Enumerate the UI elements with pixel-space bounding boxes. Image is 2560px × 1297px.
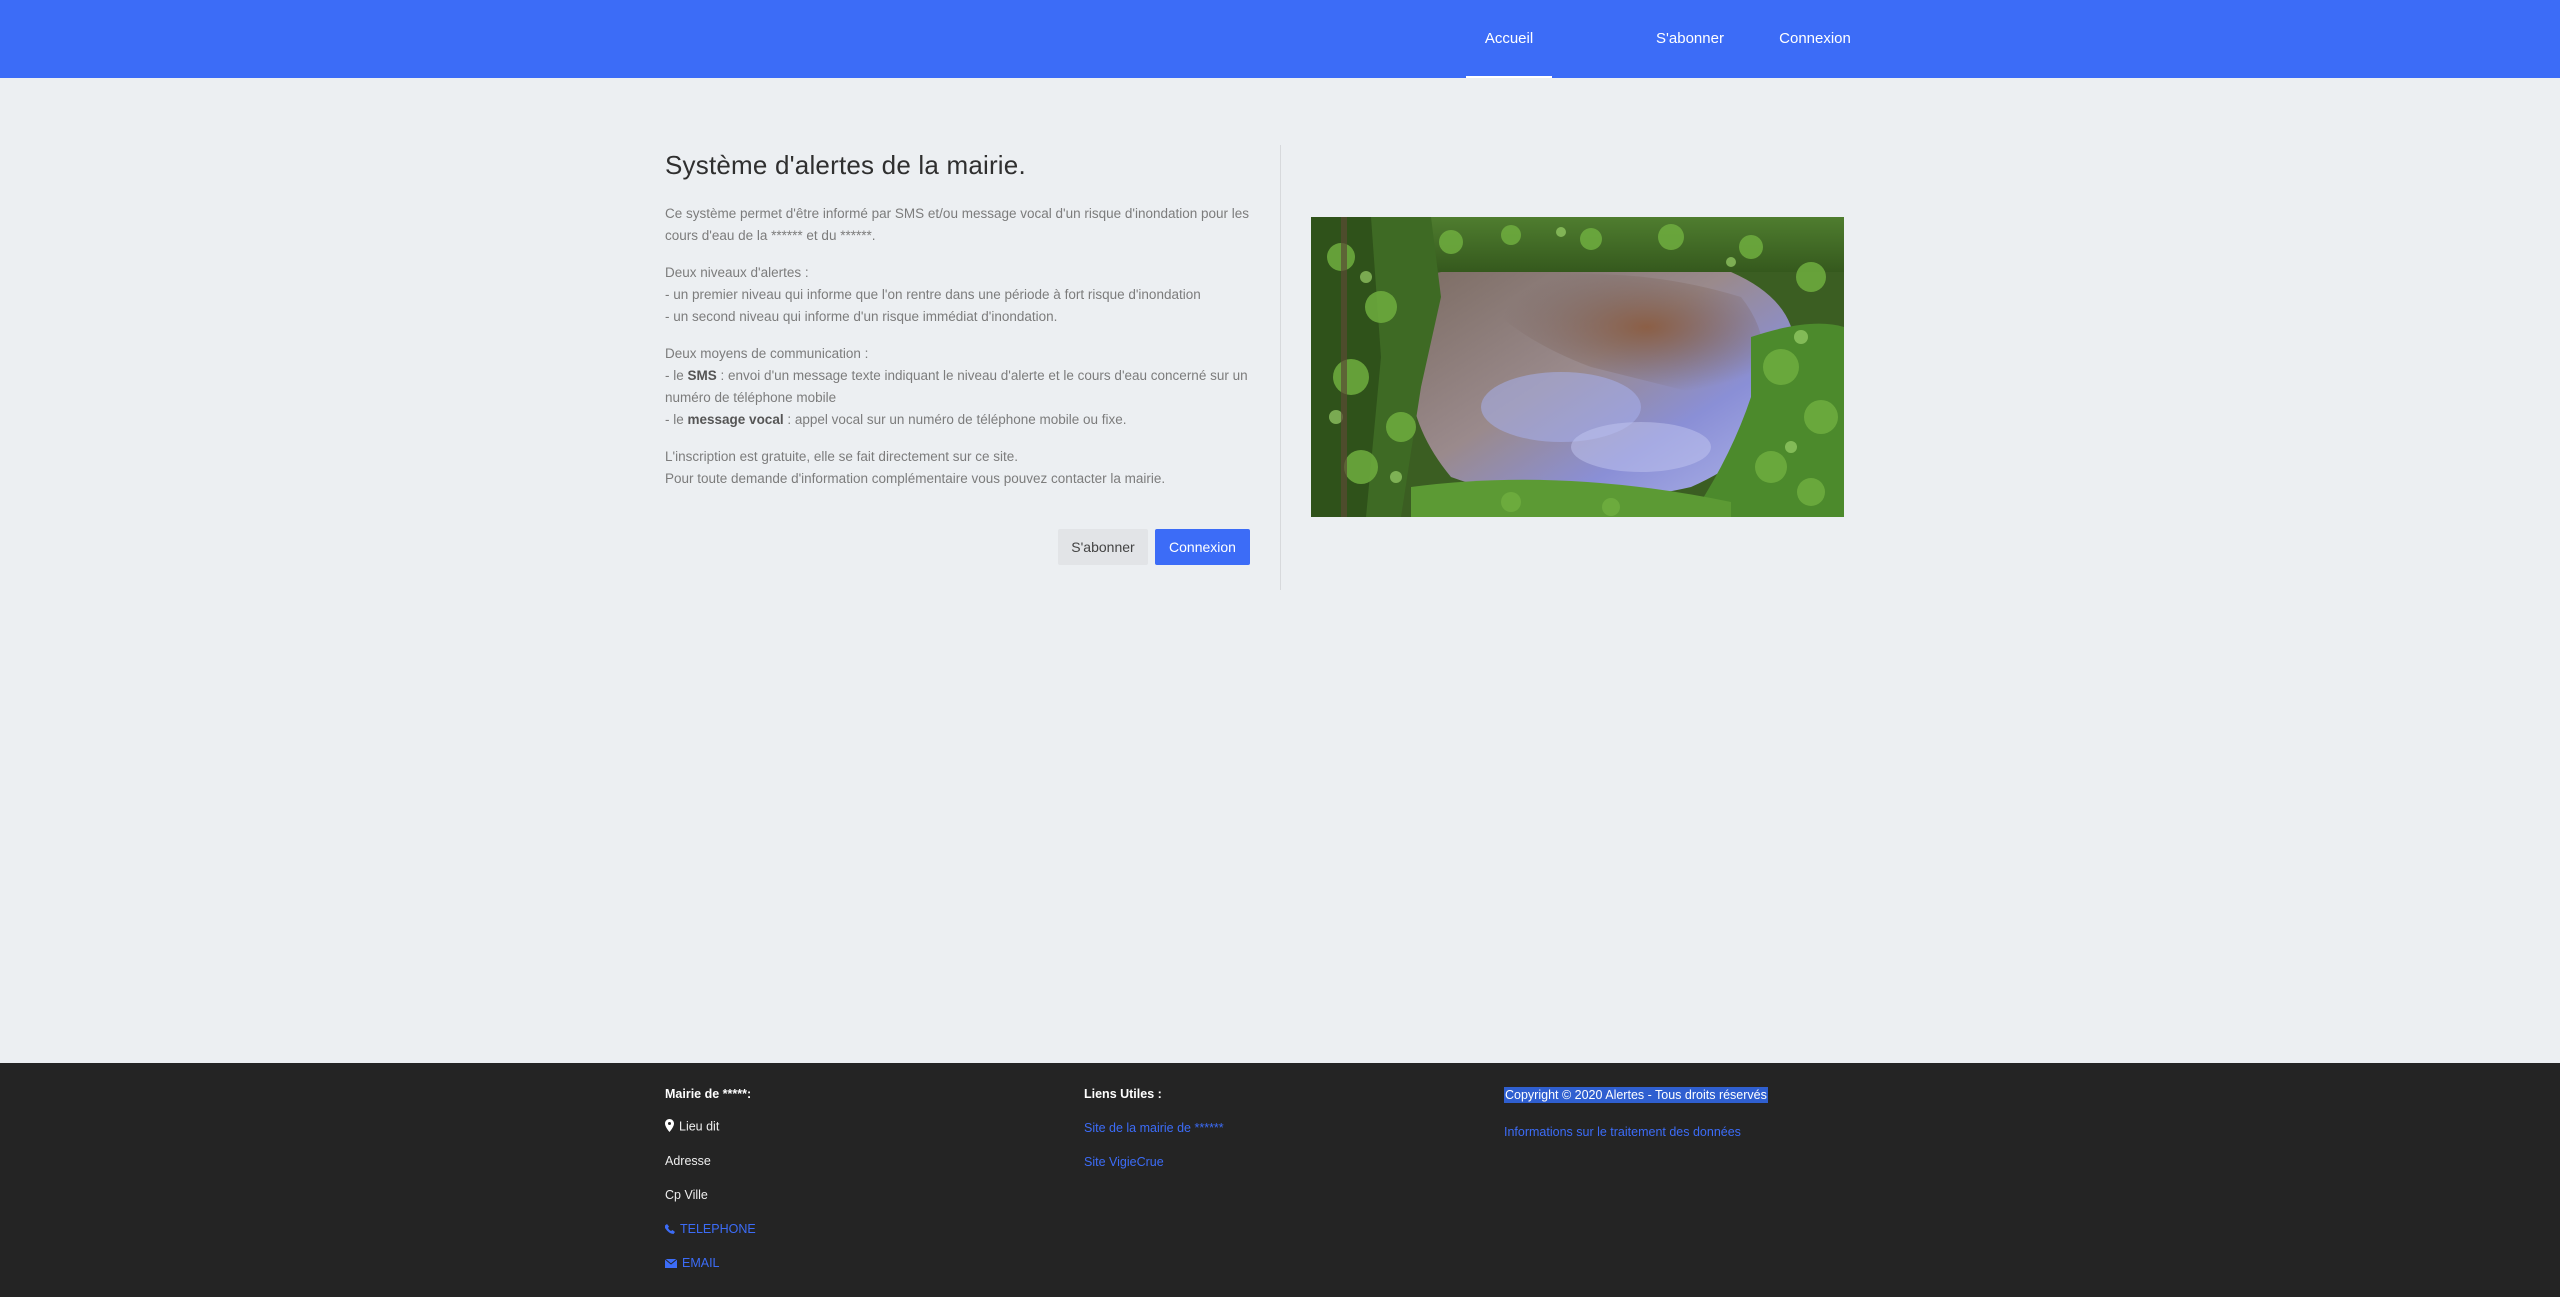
intro-section: Système d'alertes de la mairie. Ce systè…	[665, 150, 1255, 505]
footer-mairie-site-link[interactable]: Site de la mairie de ******	[1084, 1121, 1224, 1135]
footer-email-link[interactable]: EMAIL	[664, 1256, 720, 1271]
footer-links-title: Liens Utiles :	[1084, 1087, 1162, 1101]
copyright-text: Copyright © 2020 Alertes - Tous droits r…	[1504, 1087, 1768, 1103]
footer-email: EMAIL	[682, 1256, 720, 1270]
vertical-divider	[1280, 145, 1281, 590]
intro-paragraph: Ce système permet d'être informé par SMS…	[665, 206, 1250, 243]
envelope-icon	[664, 1257, 678, 1271]
footer-city: Cp Ville	[665, 1188, 708, 1202]
map-marker-icon	[665, 1119, 674, 1135]
sms-prefix: - le	[665, 368, 688, 383]
river-photo	[1311, 217, 1844, 517]
footer-phone-link[interactable]: TELEPHONE	[665, 1222, 756, 1237]
communication-means-paragraph: Deux moyens de communication : - le SMS …	[665, 343, 1255, 431]
alert-level-2: - un second niveau qui informe d'un risq…	[665, 309, 1058, 324]
nav-subscribe-link[interactable]: S'abonner	[1640, 0, 1740, 78]
phone-icon	[665, 1223, 675, 1237]
sms-description: : envoi d'un message texte indiquant le …	[665, 368, 1248, 405]
login-button[interactable]: Connexion	[1155, 529, 1250, 565]
nav-home-link[interactable]: Accueil	[1466, 0, 1552, 78]
free-registration-text: L'inscription est gratuite, elle se fait…	[665, 449, 1018, 464]
voice-prefix: - le	[665, 412, 688, 427]
sms-label: SMS	[687, 368, 717, 383]
communication-means-title: Deux moyens de communication :	[665, 346, 869, 361]
voice-description: : appel vocal sur un numéro de téléphone…	[783, 412, 1127, 427]
alert-level-1: - un premier niveau qui informe que l'on…	[665, 287, 1201, 302]
alert-levels-paragraph: Deux niveaux d'alertes : - un premier ni…	[665, 262, 1255, 328]
footer-place: Lieu dit	[679, 1119, 720, 1134]
nav-login-link[interactable]: Connexion	[1770, 0, 1860, 78]
subscribe-button[interactable]: S'abonner	[1058, 529, 1148, 565]
site-footer: Mairie de *****: Lieu dit Adresse Cp Vil…	[0, 1063, 2560, 1297]
alert-levels-title: Deux niveaux d'alertes :	[665, 265, 809, 280]
contact-text: Pour toute demande d'information complém…	[665, 471, 1166, 486]
footer-vigiecrue-link[interactable]: Site VigieCrue	[1084, 1155, 1164, 1169]
footer-place-row: Lieu dit	[665, 1119, 719, 1135]
privacy-info-link[interactable]: Informations sur le traitement des donné…	[1504, 1125, 1741, 1139]
top-navbar: Accueil S'abonner Connexion	[0, 0, 2560, 78]
footer-phone: TELEPHONE	[680, 1222, 756, 1236]
registration-paragraph: L'inscription est gratuite, elle se fait…	[665, 446, 1255, 490]
page-title: Système d'alertes de la mairie.	[665, 150, 1026, 180]
voice-label: message vocal	[687, 412, 784, 427]
footer-mairie-title: Mairie de *****:	[665, 1087, 752, 1101]
footer-address: Adresse	[665, 1154, 711, 1168]
